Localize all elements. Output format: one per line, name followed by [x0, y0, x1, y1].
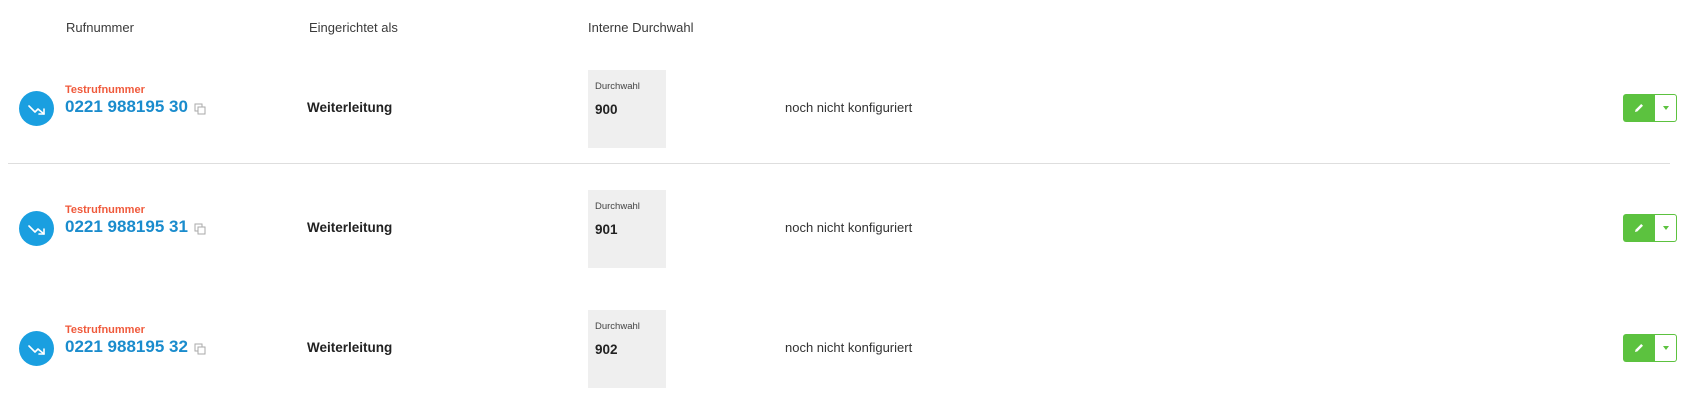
table-row: Testrufnummer 0221 988195 31 Weiterleitu…: [8, 174, 1677, 284]
extension-value: 902: [595, 342, 618, 357]
row-actions: [1623, 214, 1678, 242]
extension-box: Durchwahl 900: [588, 70, 666, 148]
column-header-extension: Interne Durchwahl: [588, 20, 694, 35]
pencil-icon: [1635, 104, 1643, 112]
trending-up-arrow-icon: [19, 211, 54, 246]
extension-value: 901: [595, 222, 618, 237]
number-tag: Testrufnummer: [65, 324, 145, 336]
setup-type: Weiterleitung: [307, 340, 393, 355]
number-tag: Testrufnummer: [65, 204, 145, 216]
copy-icon[interactable]: [194, 343, 206, 355]
phone-number: 0221 988195 32: [65, 337, 206, 357]
copy-icon[interactable]: [194, 223, 206, 235]
row-divider: [8, 163, 1670, 164]
phone-number: 0221 988195 30: [65, 97, 206, 117]
trending-up-arrow-icon: [19, 91, 54, 126]
extension-label: Durchwahl: [595, 321, 640, 332]
config-status: noch nicht konfiguriert: [785, 340, 913, 355]
extension-box: Durchwahl 901: [588, 190, 666, 268]
pencil-icon: [1635, 224, 1643, 232]
row-actions: [1623, 94, 1678, 122]
extension-box: Durchwahl 902: [588, 310, 666, 388]
copy-icon[interactable]: [194, 103, 206, 115]
number-tag: Testrufnummer: [65, 84, 145, 96]
phone-numbers-table: Rufnummer Eingerichtet als Interne Durch…: [0, 0, 1691, 413]
setup-type: Weiterleitung: [307, 220, 393, 235]
extension-label: Durchwahl: [595, 81, 640, 92]
phone-number-text: 0221 988195 31: [65, 217, 188, 236]
table-row: Testrufnummer 0221 988195 30 Weiterleitu…: [8, 54, 1677, 164]
more-actions-dropdown[interactable]: [1655, 94, 1677, 122]
more-actions-dropdown[interactable]: [1655, 334, 1677, 362]
phone-number: 0221 988195 31: [65, 217, 206, 237]
phone-number-text: 0221 988195 32: [65, 337, 188, 356]
column-header-setup: Eingerichtet als: [309, 20, 398, 35]
phone-number-text: 0221 988195 30: [65, 97, 188, 116]
edit-button[interactable]: [1623, 214, 1655, 242]
caret-down-icon: [1662, 346, 1669, 350]
more-actions-dropdown[interactable]: [1655, 214, 1677, 242]
trending-up-arrow-icon: [19, 331, 54, 366]
pencil-icon: [1635, 344, 1643, 352]
config-status: noch nicht konfiguriert: [785, 100, 913, 115]
extension-label: Durchwahl: [595, 201, 640, 212]
table-header: Rufnummer Eingerichtet als Interne Durch…: [0, 20, 1691, 40]
column-header-number: Rufnummer: [66, 20, 134, 35]
caret-down-icon: [1662, 226, 1669, 230]
edit-button[interactable]: [1623, 334, 1655, 362]
extension-value: 900: [595, 102, 618, 117]
setup-type: Weiterleitung: [307, 100, 393, 115]
row-actions: [1623, 334, 1678, 362]
edit-button[interactable]: [1623, 94, 1655, 122]
config-status: noch nicht konfiguriert: [785, 220, 913, 235]
table-row: Testrufnummer 0221 988195 32 Weiterleitu…: [8, 294, 1677, 404]
caret-down-icon: [1662, 106, 1669, 110]
